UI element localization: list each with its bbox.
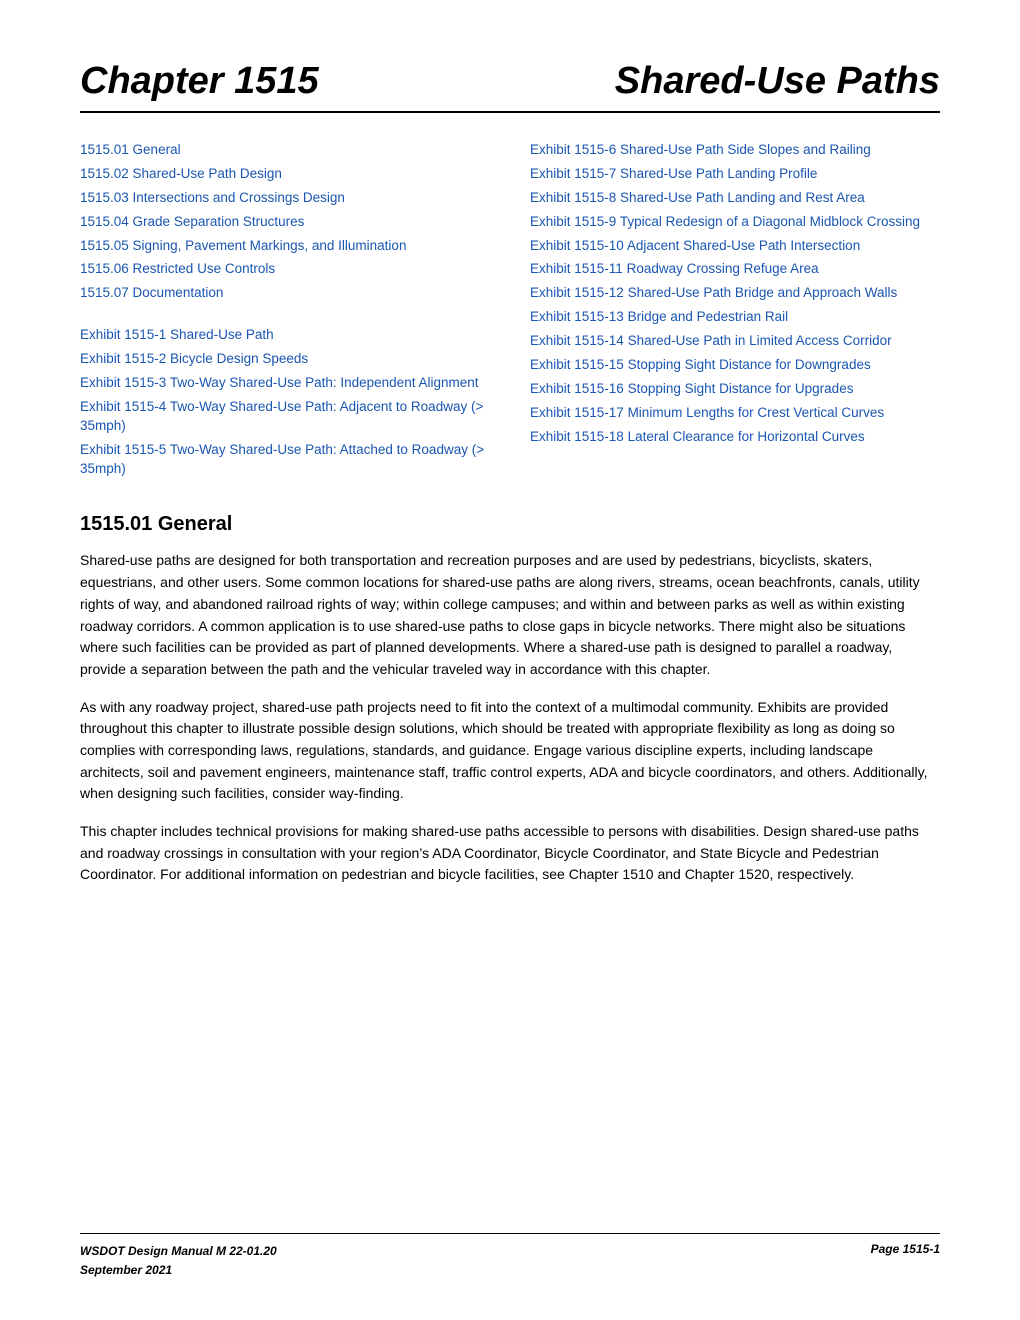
footer-date: September 2021 <box>80 1261 277 1280</box>
toc-exhibit-1[interactable]: Exhibit 1515-1 Shared-Use Path <box>80 326 490 345</box>
toc-link-1501-06[interactable]: 1515.06 Restricted Use Controls <box>80 260 490 279</box>
toc-exhibit-11[interactable]: Exhibit 1515-11 Roadway Crossing Refuge … <box>530 260 940 279</box>
toc-link-1501-04[interactable]: 1515.04 Grade Separation Structures <box>80 213 490 232</box>
toc-exhibit-8[interactable]: Exhibit 1515-8 Shared-Use Path Landing a… <box>530 189 940 208</box>
toc-exhibit-16[interactable]: Exhibit 1515-16 Stopping Sight Distance … <box>530 380 940 399</box>
section-heading: 1515.01 General <box>80 513 940 536</box>
toc-exhibit-9[interactable]: Exhibit 1515-9 Typical Redesign of a Dia… <box>530 213 940 232</box>
body-paragraph-1: Shared-use paths are designed for both t… <box>80 550 940 680</box>
body-paragraph-3: This chapter includes technical provisio… <box>80 821 940 886</box>
page-header: Chapter 1515 Shared-Use Paths <box>80 60 940 113</box>
toc-exhibit-6[interactable]: Exhibit 1515-6 Shared-Use Path Side Slop… <box>530 141 940 160</box>
toc-link-1501-01[interactable]: 1515.01 General <box>80 141 490 160</box>
toc-link-1501-02[interactable]: 1515.02 Shared-Use Path Design <box>80 165 490 184</box>
toc-link-1501-05[interactable]: 1515.05 Signing, Pavement Markings, and … <box>80 237 490 256</box>
toc-exhibit-15[interactable]: Exhibit 1515-15 Stopping Sight Distance … <box>530 356 940 375</box>
toc-exhibit-5[interactable]: Exhibit 1515-5 Two-Way Shared-Use Path: … <box>80 441 490 479</box>
footer-manual: WSDOT Design Manual M 22-01.20 <box>80 1242 277 1261</box>
toc-exhibit-4[interactable]: Exhibit 1515-4 Two-Way Shared-Use Path: … <box>80 398 490 436</box>
page: Chapter 1515 Shared-Use Paths 1515.01 Ge… <box>0 0 1020 1320</box>
toc-left-column: 1515.01 General 1515.02 Shared-Use Path … <box>80 141 520 483</box>
body-paragraph-2: As with any roadway project, shared-use … <box>80 697 940 805</box>
chapter-title: Shared-Use Paths <box>615 60 940 103</box>
chapter-label: Chapter 1515 <box>80 60 319 103</box>
footer-left: WSDOT Design Manual M 22-01.20 September… <box>80 1242 277 1280</box>
toc-exhibit-12[interactable]: Exhibit 1515-12 Shared-Use Path Bridge a… <box>530 284 940 303</box>
toc-exhibit-17[interactable]: Exhibit 1515-17 Minimum Lengths for Cres… <box>530 404 940 423</box>
toc-link-1501-07[interactable]: 1515.07 Documentation <box>80 284 490 303</box>
footer-page: Page 1515-1 <box>871 1242 940 1256</box>
toc-exhibit-7[interactable]: Exhibit 1515-7 Shared-Use Path Landing P… <box>530 165 940 184</box>
toc-exhibit-14[interactable]: Exhibit 1515-14 Shared-Use Path in Limit… <box>530 332 940 351</box>
toc-exhibit-2[interactable]: Exhibit 1515-2 Bicycle Design Speeds <box>80 350 490 369</box>
toc-exhibit-10[interactable]: Exhibit 1515-10 Adjacent Shared-Use Path… <box>530 237 940 256</box>
toc-exhibit-13[interactable]: Exhibit 1515-13 Bridge and Pedestrian Ra… <box>530 308 940 327</box>
toc-exhibit-18[interactable]: Exhibit 1515-18 Lateral Clearance for Ho… <box>530 428 940 447</box>
toc-link-1501-03[interactable]: 1515.03 Intersections and Crossings Desi… <box>80 189 490 208</box>
toc-right-column: Exhibit 1515-6 Shared-Use Path Side Slop… <box>520 141 940 483</box>
toc-exhibit-3[interactable]: Exhibit 1515-3 Two-Way Shared-Use Path: … <box>80 374 490 393</box>
toc: 1515.01 General 1515.02 Shared-Use Path … <box>80 141 940 483</box>
page-footer: WSDOT Design Manual M 22-01.20 September… <box>80 1233 940 1280</box>
